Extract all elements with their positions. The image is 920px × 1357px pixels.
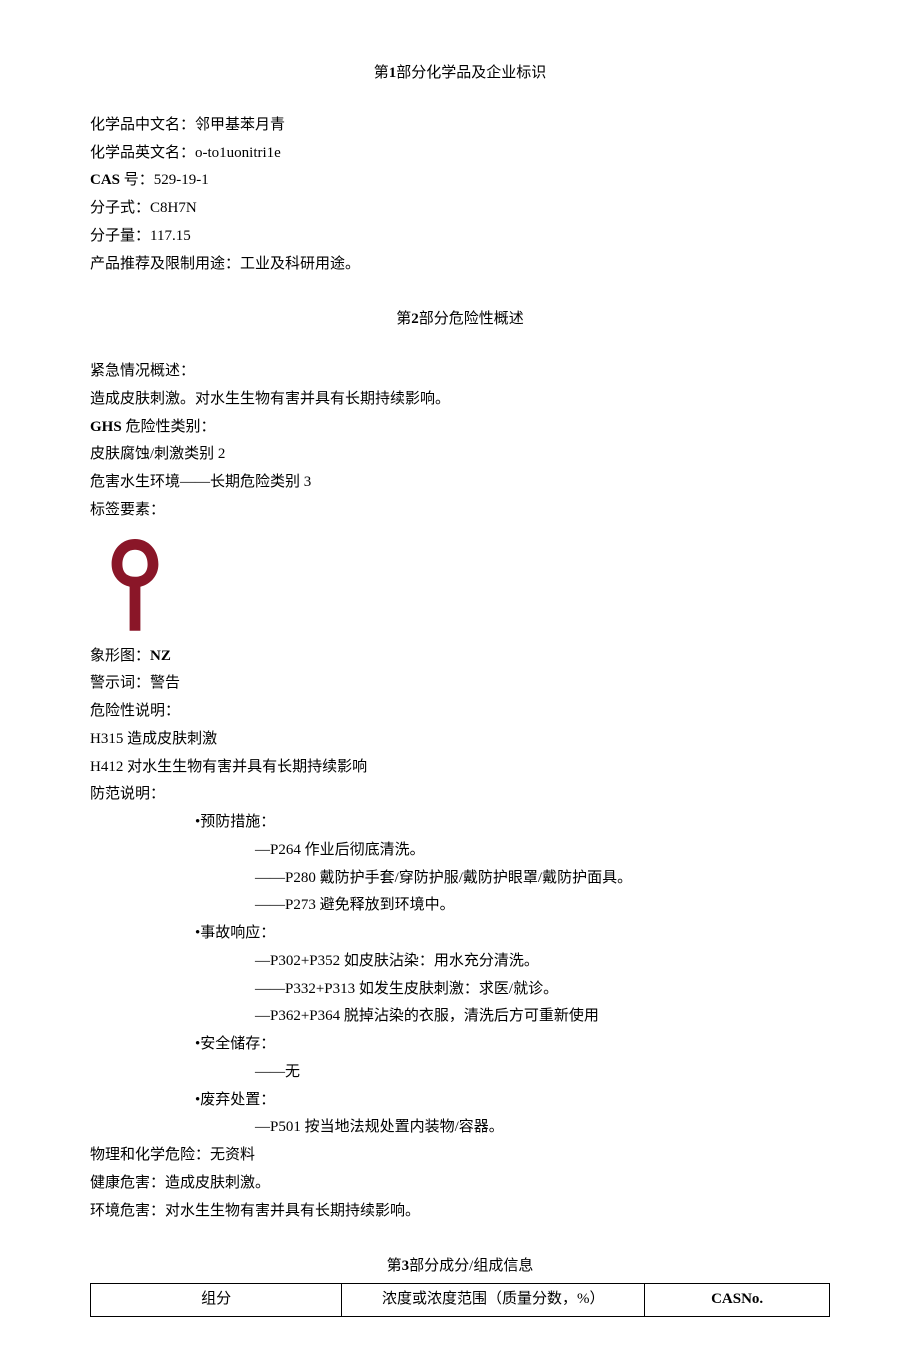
precaution-label: 防范说明： bbox=[90, 781, 830, 809]
emergency-label: 紧急情况概述： bbox=[90, 358, 830, 386]
signal-value: 警告 bbox=[150, 675, 180, 691]
prevention-title: •预防措施： bbox=[90, 809, 830, 837]
cn-name-value: 邻甲基苯月青 bbox=[195, 117, 285, 133]
pictogram-label: 象形图： bbox=[90, 648, 150, 664]
phys-row: 物理和化学危险：无资料 bbox=[90, 1142, 830, 1170]
section2-title: 第2部分危险性概述 bbox=[90, 306, 830, 334]
col-cas: CASNo. bbox=[645, 1284, 830, 1317]
response-title: •事故响应： bbox=[90, 920, 830, 948]
prevention-item: ——P280 戴防护手套/穿防护服/戴防护眼罩/戴防护面具。 bbox=[90, 865, 830, 893]
h315-row: H315 造成皮肤刺激 bbox=[90, 726, 830, 754]
disposal-title: •废弃处置： bbox=[90, 1087, 830, 1115]
use-value: 工业及科研用途。 bbox=[240, 256, 360, 272]
pictogram-row: 象形图：NZ bbox=[90, 643, 830, 671]
mw-label: 分子量： bbox=[90, 228, 150, 244]
signal-row: 警示词：警告 bbox=[90, 670, 830, 698]
hazard-label: 危险性说明： bbox=[90, 698, 830, 726]
cas-value: 529-19-1 bbox=[154, 172, 209, 188]
mw-row: 分子量：117.15 bbox=[90, 223, 830, 251]
env-row: 环境危害：对水生生物有害并具有长期持续影响。 bbox=[90, 1198, 830, 1226]
en-name-label: 化学品英文名： bbox=[90, 145, 195, 161]
formula-value: C8H7N bbox=[150, 200, 197, 216]
cn-name-label: 化学品中文名： bbox=[90, 117, 195, 133]
table-header-row: 组分 浓度或浓度范围（质量分数，%） CASNo. bbox=[91, 1284, 830, 1317]
ghs-cat1: 皮肤腐蚀/刺激类别 2 bbox=[90, 441, 830, 469]
en-name-row: 化学品英文名：o-to1uonitri1e bbox=[90, 140, 830, 168]
ghs-pictogram-icon bbox=[90, 529, 180, 639]
section1-title: 第1部分化学品及企业标识 bbox=[90, 60, 830, 88]
h412-row: H412 对水生生物有害并具有长期持续影响 bbox=[90, 754, 830, 782]
cas-row: CAS 号：529-19-1 bbox=[90, 167, 830, 195]
mw-value: 117.15 bbox=[150, 228, 191, 244]
formula-row: 分子式：C8H7N bbox=[90, 195, 830, 223]
prevention-item: —P264 作业后彻底清洗。 bbox=[90, 837, 830, 865]
formula-label: 分子式： bbox=[90, 200, 150, 216]
cas-label-rest: 号： bbox=[124, 172, 154, 188]
col-concentration: 浓度或浓度范围（质量分数，%） bbox=[342, 1284, 645, 1317]
storage-title: •安全储存： bbox=[90, 1031, 830, 1059]
response-item: —P302+P352 如皮肤沾染：用水充分清洗。 bbox=[90, 948, 830, 976]
signal-label: 警示词： bbox=[90, 675, 150, 691]
use-label: 产品推荐及限制用途： bbox=[90, 256, 240, 272]
composition-table: 组分 浓度或浓度范围（质量分数，%） CASNo. bbox=[90, 1283, 830, 1317]
use-row: 产品推荐及限制用途：工业及科研用途。 bbox=[90, 251, 830, 279]
health-row: 健康危害：造成皮肤刺激。 bbox=[90, 1170, 830, 1198]
label-elements: 标签要素： bbox=[90, 497, 830, 525]
section3-title: 第3部分成分/组成信息 bbox=[90, 1253, 830, 1281]
emergency-text: 造成皮肤刺激。对水生生物有害并具有长期持续影响。 bbox=[90, 386, 830, 414]
cn-name-row: 化学品中文名：邻甲基苯月青 bbox=[90, 112, 830, 140]
en-name-value: o-to1uonitri1e bbox=[195, 145, 281, 161]
ghs-label: GHS 危险性类别： bbox=[90, 414, 830, 442]
prevention-item: ——P273 避免释放到环境中。 bbox=[90, 892, 830, 920]
pictogram-value: NZ bbox=[150, 648, 171, 664]
ghs-cat2: 危害水生环境——长期危险类别 3 bbox=[90, 469, 830, 497]
response-item: —P362+P364 脱掉沾染的衣服，清洗后方可重新使用 bbox=[90, 1003, 830, 1031]
col-component: 组分 bbox=[91, 1284, 342, 1317]
cas-label-bold: CAS bbox=[90, 172, 120, 188]
storage-item: ——无 bbox=[90, 1059, 830, 1087]
response-item: ——P332+P313 如发生皮肤刺激：求医/就诊。 bbox=[90, 976, 830, 1004]
disposal-item: —P501 按当地法规处置内装物/容器。 bbox=[90, 1114, 830, 1142]
